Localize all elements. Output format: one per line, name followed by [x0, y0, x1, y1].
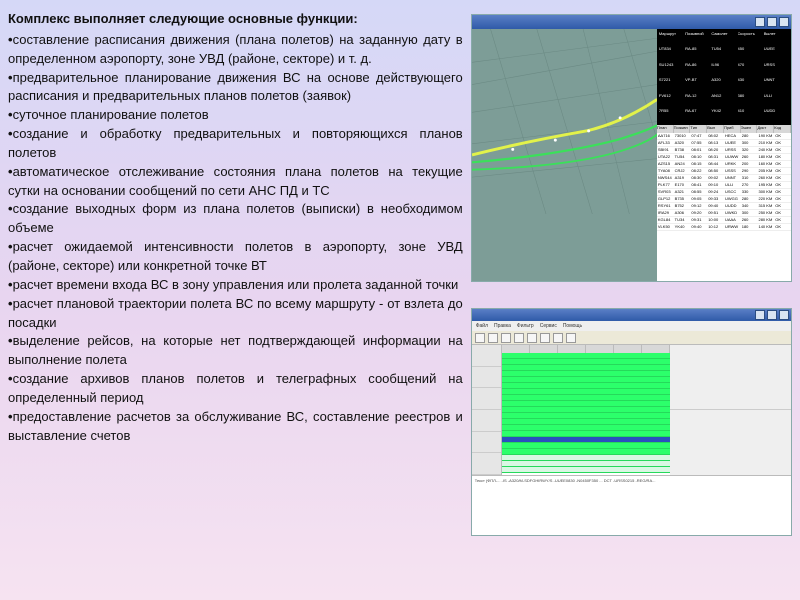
toolbar-button — [501, 333, 511, 343]
screenshot-radar-app: МаршрутПозывнойСамолетСкоростьВылетUT834… — [471, 14, 792, 282]
toolbar-button — [475, 333, 485, 343]
window-titlebar — [472, 309, 791, 321]
minimize-icon — [755, 310, 765, 320]
bullets-list: составление расписания движения (плана п… — [8, 31, 463, 446]
bullet-item: предварительное планирование движения ВС… — [8, 69, 463, 107]
bullet-item: предоставление расчетов за обслуживание … — [8, 408, 463, 446]
text-column: Комплекс выполняет следующие основные фу… — [8, 10, 463, 590]
fpl-table — [502, 345, 670, 475]
message-text-pane: Текст (ФПЛ-... -IS -A320/M-SDFGHIRWY/S -… — [472, 475, 791, 535]
toolbar-button — [514, 333, 524, 343]
menu-bar: ФайлПравкаФильтрСервисПомощь — [472, 321, 791, 331]
bullet-item: выделение рейсов, на которые нет подтвер… — [8, 332, 463, 370]
bullet-item: расчет плановой траектории полета ВС по … — [8, 295, 463, 333]
heading: Комплекс выполняет следующие основные фу… — [8, 10, 463, 29]
minimize-icon — [755, 17, 765, 27]
bullet-item: суточное планирование полетов — [8, 106, 463, 125]
bullet-item: составление расписания движения (плана п… — [8, 31, 463, 69]
close-icon — [779, 17, 789, 27]
screenshots-column: МаршрутПозывнойСамолетСкоростьВылетUT834… — [471, 10, 792, 590]
detail-panels — [670, 345, 792, 475]
toolbar-button — [527, 333, 537, 343]
window-titlebar — [472, 15, 791, 29]
bullet-item: создание выходных форм из плана полетов … — [8, 200, 463, 238]
bullet-item: расчет ожидаемой интенсивности полетов в… — [8, 238, 463, 276]
bullet-item: создание архивов планов полетов и телегр… — [8, 370, 463, 408]
close-icon — [779, 310, 789, 320]
bullet-item: создание и обработку предварительных и п… — [8, 125, 463, 163]
radar-callsign-panel: МаршрутПозывнойСамолетСкоростьВылетUT834… — [657, 29, 791, 125]
toolbar — [472, 331, 791, 345]
maximize-icon — [767, 17, 777, 27]
toolbar-button — [553, 333, 563, 343]
screenshot-fpl-app: ФайлПравкаФильтрСервисПомощь — [471, 308, 792, 536]
sidebar — [472, 345, 502, 475]
radar-map — [472, 29, 657, 281]
toolbar-button — [540, 333, 550, 343]
toolbar-button — [566, 333, 576, 343]
toolbar-button — [488, 333, 498, 343]
bullet-item: автоматическое отслеживание состояния пл… — [8, 163, 463, 201]
maximize-icon — [767, 310, 777, 320]
bullet-item: расчет времени входа ВС в зону управлени… — [8, 276, 463, 295]
flight-table: ПланПозывнТипВылПрибЭшелДистКод AA716730… — [657, 125, 791, 281]
